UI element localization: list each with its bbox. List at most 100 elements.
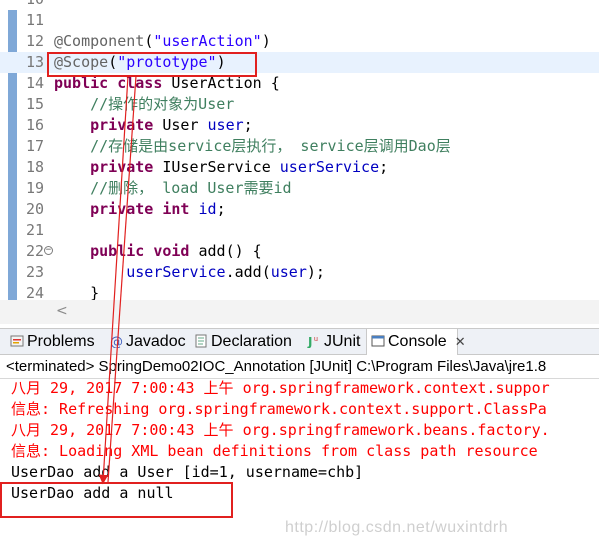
line-number: 23 <box>25 263 44 281</box>
code-line[interactable]: 10 <box>0 0 599 10</box>
svg-text:u: u <box>314 336 318 343</box>
code-token: ( <box>108 53 118 71</box>
code-token: userService <box>126 263 226 281</box>
code-token: .add( <box>225 263 271 281</box>
tab-junit[interactable]: Ju JUnit <box>303 329 360 355</box>
console-line: 信息: Loading XML bean definitions from cl… <box>11 442 538 460</box>
fold-toggle-icon[interactable]: − <box>44 246 53 255</box>
code-token: @Scope <box>54 53 109 71</box>
code-line[interactable]: 19 //删除， load User需要id <box>0 178 599 199</box>
code-line[interactable]: 15 //操作的对象为User <box>0 94 599 115</box>
code-token: "prototype" <box>117 53 217 71</box>
console-line: 信息: Refreshing org.springframework.conte… <box>11 400 547 418</box>
code-text: //存储是由service层执行， service层调用Dao层 <box>54 136 451 157</box>
tab-label: Declaration <box>211 333 292 350</box>
code-line[interactable]: 12 @Component("userAction") <box>0 31 599 52</box>
code-text: //操作的对象为User <box>54 94 234 115</box>
console-icon <box>371 335 385 347</box>
code-token: //操作的对象为User <box>90 95 235 113</box>
code-token: user <box>270 263 307 281</box>
tab-label: Javadoc <box>126 333 186 350</box>
console-line: 八月 29, 2017 7:00:43 上午 org.springframewo… <box>11 379 550 397</box>
line-number: 11 <box>25 11 44 29</box>
code-text: private int id; <box>54 199 226 220</box>
code-line[interactable]: 21 <box>0 220 599 241</box>
code-token: private <box>90 116 154 134</box>
javadoc-icon: @ <box>110 335 123 348</box>
code-token: ; <box>243 116 253 134</box>
code-line[interactable]: 22− public void add() { <box>0 241 599 262</box>
line-number: 12 <box>25 32 44 50</box>
code-token: add() { <box>189 242 262 260</box>
console-line: UserDao add a null <box>11 484 174 502</box>
code-line[interactable]: 18 private IUserService userService; <box>0 157 599 178</box>
code-line[interactable]: 14 public class UserAction { <box>0 73 599 94</box>
line-number: 15 <box>25 95 44 113</box>
tab-label: Console <box>388 333 447 350</box>
line-number: 10 <box>18 0 44 10</box>
line-number: 18 <box>25 158 44 176</box>
code-token: //存储是由service层执行， service层调用Dao层 <box>90 137 451 155</box>
code-line[interactable]: 20 private int id; <box>0 199 599 220</box>
code-text: public class UserAction { <box>54 73 280 94</box>
code-token: ; <box>216 200 226 218</box>
code-token: private <box>90 200 154 218</box>
code-text: @Scope("prototype") <box>54 52 226 73</box>
code-token: id <box>198 200 217 218</box>
line-number: 19 <box>25 179 44 197</box>
line-number: 21 <box>25 221 44 239</box>
code-token: class <box>117 74 163 92</box>
code-editor[interactable]: 101112@Component("userAction")13@Scope("… <box>0 0 599 324</box>
line-number: 14 <box>25 74 44 92</box>
code-token: public <box>90 242 145 260</box>
scroll-left-arrow-icon[interactable]: < <box>56 303 68 319</box>
code-token: User <box>153 116 208 134</box>
watermark: http://blog.csdn.net/wuxintdrh <box>285 519 509 536</box>
code-token: UserAction { <box>162 74 280 92</box>
tab-declaration[interactable]: Declaration <box>190 329 292 355</box>
code-line[interactable]: 23 userService.add(user); <box>0 262 599 283</box>
code-token: ) <box>216 53 226 71</box>
svg-text:@: @ <box>110 335 123 348</box>
code-line[interactable]: 11 <box>0 10 599 31</box>
console-process-label: <terminated> SpringDemo02IOC_Annotation … <box>0 355 599 379</box>
tab-console[interactable]: Console ✕ <box>366 329 466 355</box>
close-icon[interactable]: ✕ <box>455 334 466 349</box>
code-text: @Component("userAction") <box>54 31 271 52</box>
junit-icon: Ju <box>307 335 318 348</box>
editor-horizontal-scrollbar[interactable]: < <box>0 300 599 324</box>
code-token: userService <box>279 158 380 176</box>
line-number: 16 <box>25 116 44 134</box>
code-token: "userAction" <box>153 32 262 50</box>
code-token: private <box>90 158 154 176</box>
tab-label: JUnit <box>324 333 361 350</box>
tab-problems[interactable]: Problems <box>6 329 95 355</box>
code-token: ); <box>306 263 325 281</box>
console-line: 八月 29, 2017 7:00:43 上午 org.springframewo… <box>11 421 550 439</box>
view-tab-bar: Problems @ Javadoc Declaration Ju JUnit Consol… <box>0 328 599 355</box>
console-line: UserDao add a User [id=1, username=chb] <box>11 463 364 481</box>
code-token: ; <box>379 158 389 176</box>
code-text: private User user; <box>54 115 253 136</box>
declaration-icon <box>195 334 207 348</box>
problems-icon <box>10 335 24 347</box>
code-token: @Component <box>54 32 145 50</box>
line-number: 22 <box>25 242 44 260</box>
code-line[interactable]: 13 @Scope("prototype") <box>0 52 599 73</box>
code-token: //删除， load User需要id <box>90 179 292 197</box>
line-number: 20 <box>25 200 44 218</box>
code-line[interactable]: 16 private User user; <box>0 115 599 136</box>
code-text: userService.add(user); <box>54 262 325 283</box>
tab-javadoc[interactable]: @ Javadoc <box>105 329 186 355</box>
code-line[interactable]: 17 //存储是由service层执行， service层调用Dao层 <box>0 136 599 157</box>
